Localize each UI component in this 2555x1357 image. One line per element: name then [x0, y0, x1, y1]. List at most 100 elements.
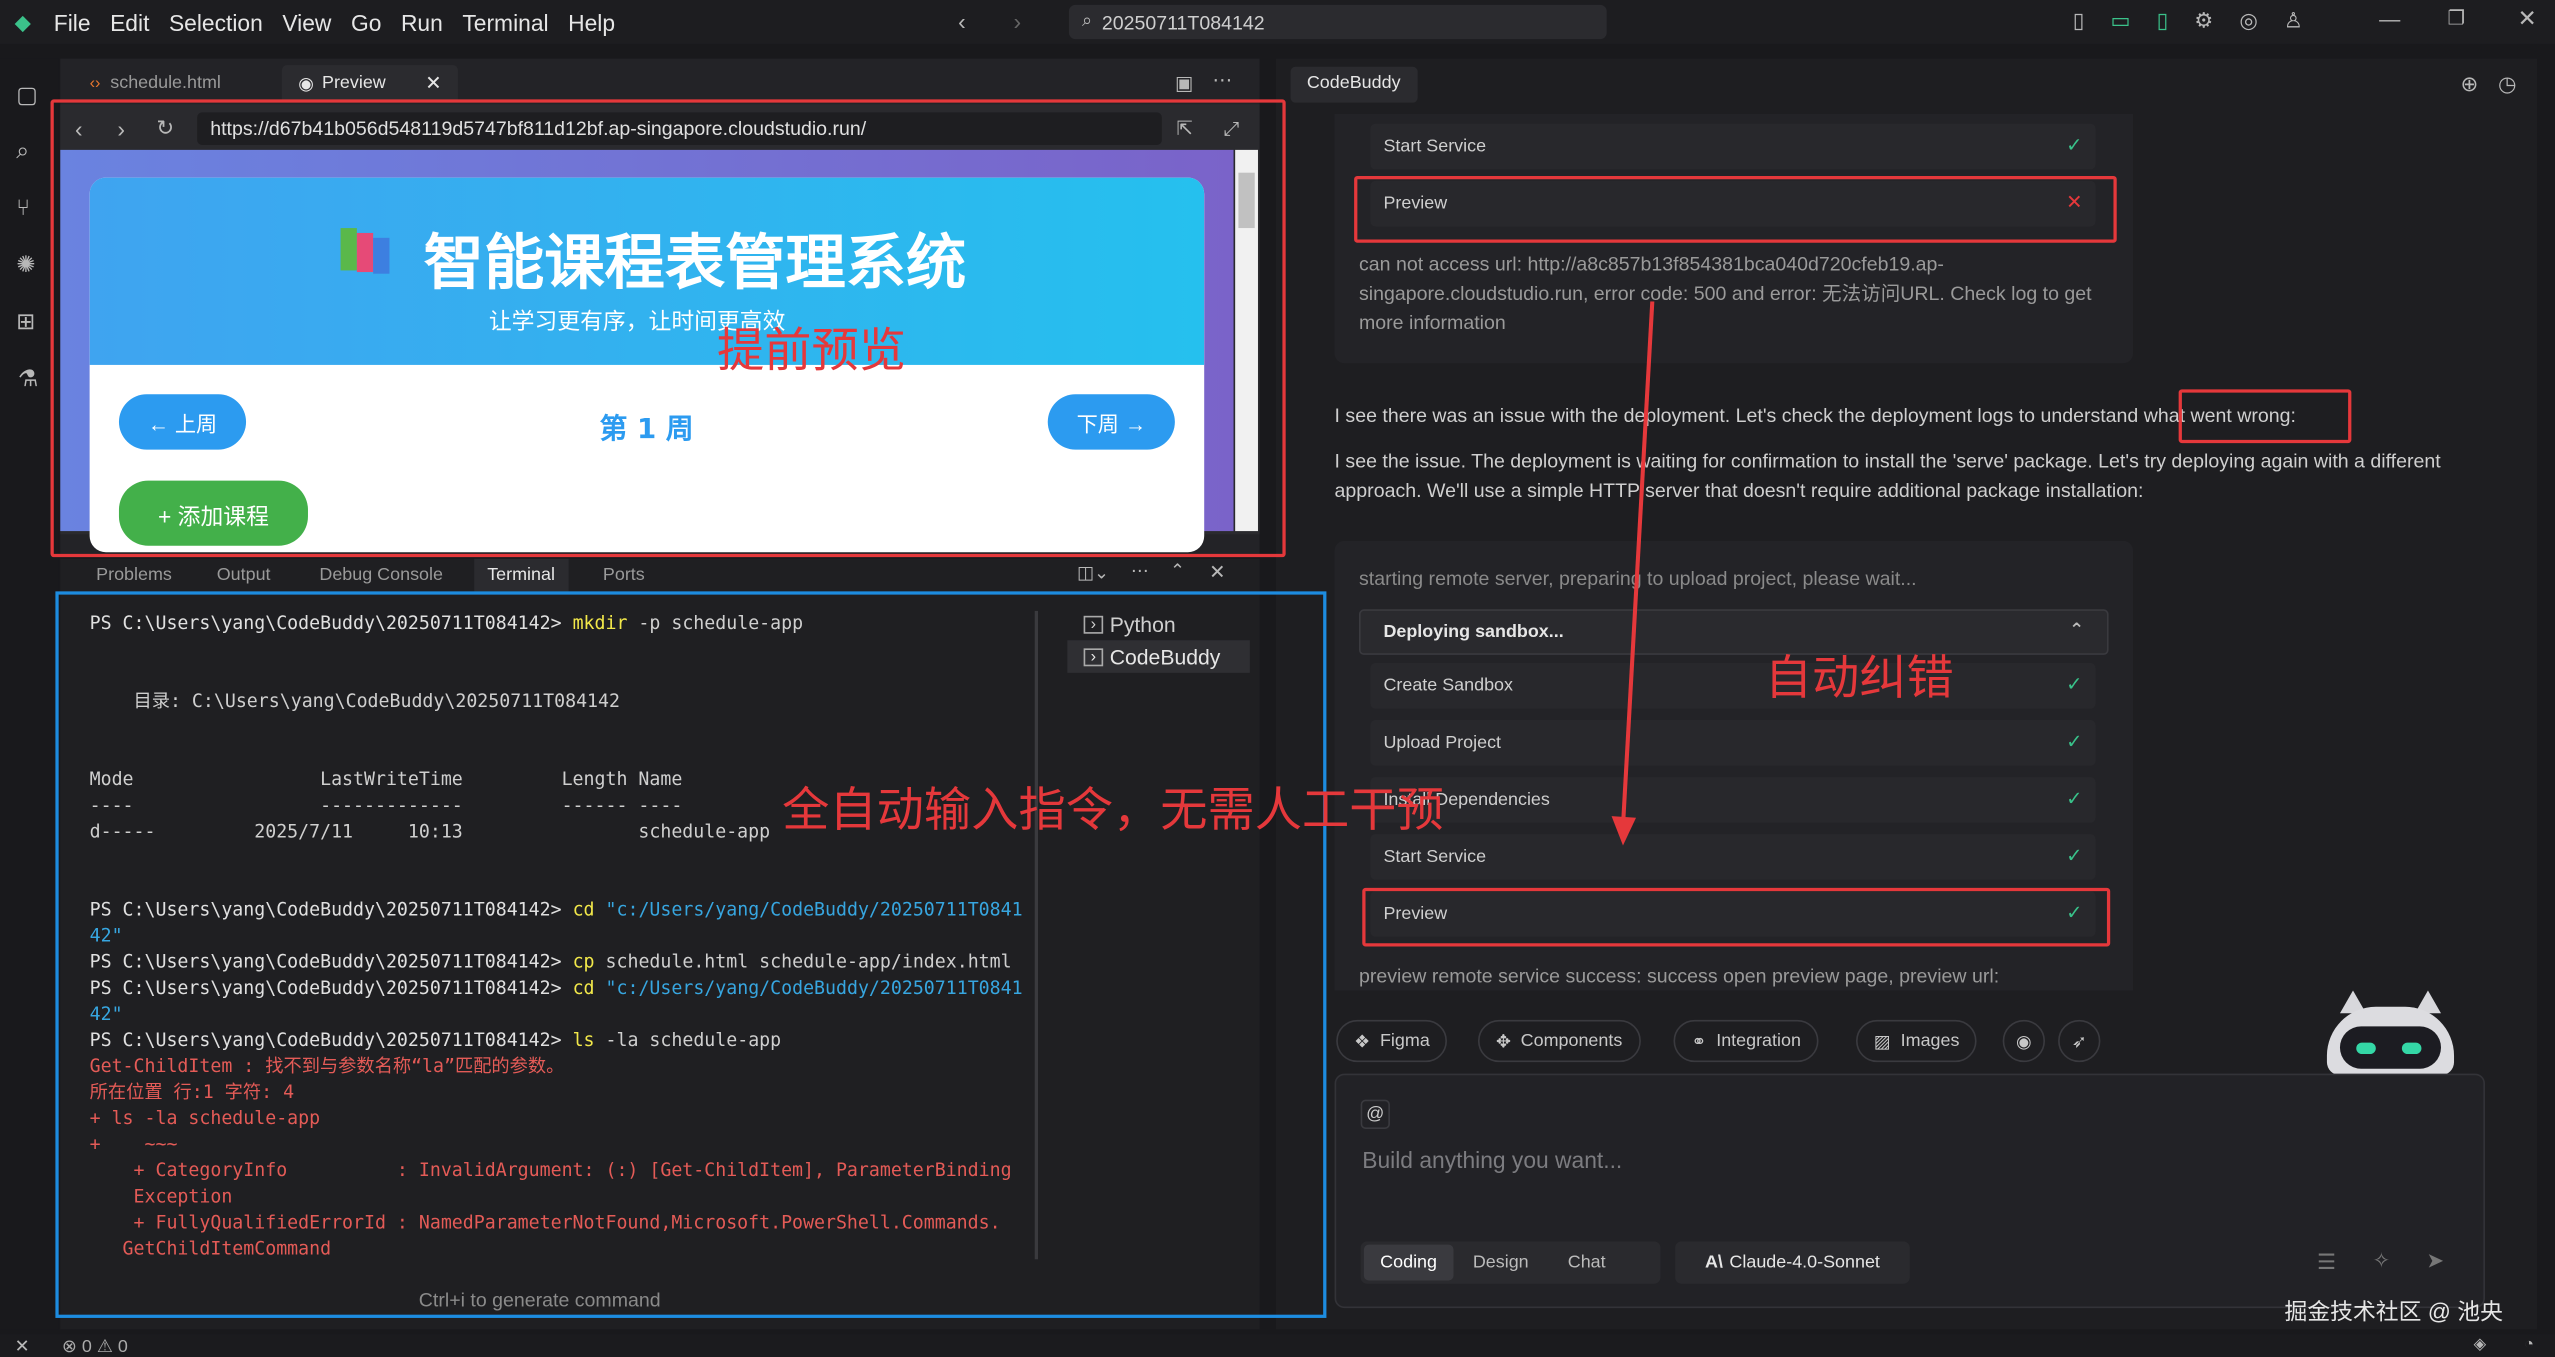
enhance-prompt-icon[interactable]: ✧	[2373, 1248, 2391, 1274]
more-actions-icon[interactable]: ⋯	[1212, 68, 1232, 91]
preview-highlight-box	[50, 99, 1286, 558]
collapse-icon[interactable]: ⌃	[2069, 619, 2084, 641]
close-window-icon[interactable]: ✕	[2518, 5, 2537, 33]
model-selector[interactable]: A\ Claude-4.0-Sonnet	[1675, 1241, 1910, 1284]
mascot-robot-icon	[2326, 990, 2457, 1076]
settings-gear-icon[interactable]: ⚙	[2194, 8, 2213, 34]
app-logo-icon: ◆	[14, 8, 31, 34]
menu-terminal[interactable]: Terminal	[462, 9, 548, 35]
menu-edit[interactable]: Edit	[110, 9, 149, 35]
minimize-icon[interactable]: —	[2379, 7, 2400, 31]
toggle-secondary-sidebar-icon[interactable]: ▯	[2157, 8, 2169, 34]
extension-icon[interactable]: ◎	[2239, 8, 2257, 34]
mention-button[interactable]: @	[1360, 1099, 1390, 1129]
tab-preview[interactable]: ◉ Preview ✕	[281, 65, 458, 102]
tab-debug-console[interactable]: Debug Console	[319, 565, 443, 585]
tab-label: schedule.html	[110, 73, 221, 93]
tab-schedule-html[interactable]: ‹› schedule.html	[73, 65, 237, 101]
panel-more-icon[interactable]: ⋯	[1131, 560, 1149, 582]
split-terminal-icon[interactable]: ◫⌄	[1077, 562, 1109, 584]
chat-tab[interactable]: CodeBuddy	[1290, 66, 1417, 103]
step-start-service-2: Start Service ✓	[1370, 834, 2096, 880]
check-icon: ✓	[2066, 672, 2083, 696]
chip-label: Components	[1520, 1031, 1623, 1051]
step-install-dependencies: Install Dependencies ✓	[1370, 777, 2096, 823]
maximize-panel-icon[interactable]: ⌃	[1170, 560, 1185, 582]
mode-switcher: Coding Design Chat	[1360, 1241, 1661, 1284]
integration-chip[interactable]: ⚭ Integration	[1673, 1019, 1819, 1063]
eye-icon: ◉	[298, 74, 314, 94]
deploy-error-text: can not access url: http://a8c857b13f854…	[1359, 252, 2092, 334]
forward-icon[interactable]: ›	[1014, 8, 1022, 34]
tab-label: Preview	[322, 73, 386, 93]
close-panel-icon[interactable]: ✕	[1209, 560, 1225, 583]
tab-output[interactable]: Output	[217, 565, 271, 585]
tab-ports[interactable]: Ports	[603, 565, 645, 585]
send-icon[interactable]: ➤	[2426, 1248, 2444, 1274]
step-label: Upload Project	[1383, 733, 1502, 753]
command-search[interactable]: ⌕ 20250711T084142	[1068, 4, 1607, 40]
annotation-auto-input: 全自动输入指令，无需人工干预	[782, 781, 1444, 838]
annotation-auto-fix: 自动纠错	[1764, 650, 1954, 706]
eye-icon: ◉	[2015, 1032, 2032, 1052]
back-icon[interactable]: ‹	[958, 8, 966, 34]
deploy-chip[interactable]: ➶	[2058, 1019, 2101, 1063]
search-icon: ⌕	[1081, 11, 1093, 31]
deploy-header[interactable]: Deploying sandbox... ⌃	[1359, 609, 2109, 655]
components-chip[interactable]: ✥ Components	[1477, 1019, 1641, 1063]
extensions-icon[interactable]: ⊞	[16, 308, 35, 336]
account-icon[interactable]: ♙	[2284, 8, 2303, 34]
status-bar: ✕ ⊗ 0 ⚠ 0 ◈ ◔	[0, 1334, 2555, 1357]
restore-icon[interactable]: ❐	[2448, 7, 2466, 30]
mode-design[interactable]: Design	[1453, 1245, 1548, 1281]
preview-toggle-chip[interactable]: ◉	[2002, 1019, 2046, 1063]
toggle-panel-icon[interactable]: ▭	[2110, 8, 2130, 34]
menu-go[interactable]: Go	[351, 9, 381, 35]
source-control-icon[interactable]: ⑂	[16, 194, 30, 220]
annotation-preview: 提前预览	[716, 322, 907, 378]
split-editor-icon[interactable]: ▣	[1175, 72, 1193, 95]
watermark: 掘金技术社区 @ 池央	[2284, 1298, 2503, 1325]
mode-chat[interactable]: Chat	[1548, 1245, 1625, 1281]
components-icon: ✥	[1495, 1032, 1511, 1052]
chip-label: Images	[1900, 1031, 1960, 1051]
step-label: Create Sandbox	[1383, 676, 1513, 696]
debug-icon[interactable]: ✺	[16, 251, 35, 279]
step-start-service-1: Start Service ✓	[1370, 123, 2096, 170]
images-chip[interactable]: ▨ Images	[1856, 1019, 1978, 1063]
chip-label: Figma	[1379, 1031, 1430, 1051]
success-preview-highlight-box	[1362, 887, 2111, 947]
check-icon: ✓	[2066, 786, 2083, 810]
notifications-icon[interactable]: ◈	[2474, 1336, 2487, 1354]
new-chat-icon[interactable]: ⊕	[2461, 72, 2479, 98]
explorer-icon[interactable]: ▢	[16, 81, 38, 109]
figma-chip[interactable]: ❖ Figma	[1336, 1019, 1448, 1063]
menu-selection[interactable]: Selection	[169, 9, 263, 35]
rocket-icon: ➶	[2071, 1032, 2087, 1052]
problems-count[interactable]: ⊗ 0 ⚠ 0	[62, 1336, 128, 1357]
testing-icon[interactable]: ⚗	[18, 365, 38, 393]
terminal-highlight-box	[55, 591, 1327, 1318]
history-icon[interactable]: ◷	[2498, 72, 2516, 98]
tab-terminal[interactable]: Terminal	[474, 558, 569, 592]
search-sidebar-icon[interactable]: ⌕	[16, 137, 29, 165]
annotation-arrow	[1611, 301, 1655, 846]
html-file-icon: ‹›	[89, 74, 101, 93]
bell-icon[interactable]: ◔	[2524, 1336, 2534, 1354]
chat-input-placeholder[interactable]: Build anything you want...	[1362, 1147, 1622, 1173]
tab-problems[interactable]: Problems	[96, 565, 172, 585]
preview-success-text: preview remote service success: success …	[1359, 964, 2000, 988]
chip-label: Integration	[1716, 1031, 1801, 1051]
close-tab-icon[interactable]: ✕	[425, 72, 441, 95]
toggle-sidebar-icon[interactable]: ▯	[2073, 8, 2085, 34]
menu-run[interactable]: Run	[401, 9, 443, 35]
step-label: Start Service	[1383, 847, 1487, 867]
remote-icon[interactable]: ✕	[15, 1336, 30, 1357]
mode-coding[interactable]: Coding	[1363, 1244, 1454, 1281]
list-icon[interactable]: ☰	[2317, 1250, 2336, 1276]
menu-help[interactable]: Help	[568, 9, 615, 35]
figma-icon: ❖	[1354, 1032, 1371, 1052]
menu-view[interactable]: View	[282, 9, 331, 35]
assistant-message-2: I see the issue. The deployment is waiti…	[1334, 449, 2441, 502]
menu-file[interactable]: File	[54, 9, 91, 35]
